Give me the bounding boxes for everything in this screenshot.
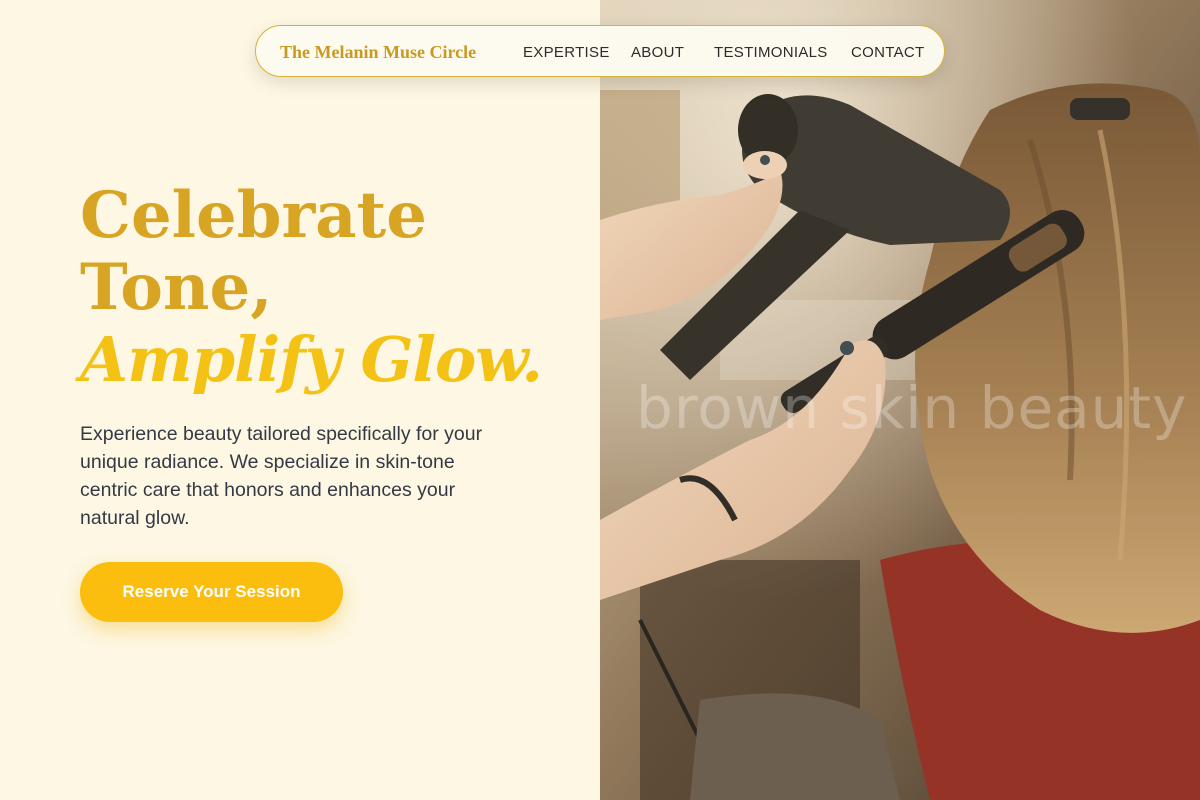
nav-link-testimonials[interactable]: TESTIMONIALS <box>714 44 828 61</box>
nav-link-about[interactable]: ABOUT <box>631 44 684 61</box>
main-navbar: The Melanin Muse Circle EXPERTISE ABOUT … <box>255 25 945 77</box>
nav-link-expertise[interactable]: EXPERTISE <box>523 44 610 61</box>
headline-line-3: Amplify Glow. <box>80 323 543 396</box>
headline-line-1: Celebrate <box>80 178 427 253</box>
hero-headline: Celebrate Tone, Amplify Glow. <box>80 178 543 396</box>
reserve-session-button[interactable]: Reserve Your Session <box>80 562 343 622</box>
brand-logo[interactable]: The Melanin Muse Circle <box>280 42 476 63</box>
hero-left-panel <box>0 0 600 800</box>
photo-watermark: brown skin beauty <box>636 374 1188 442</box>
hero-description: Experience beauty tailored specifically … <box>80 423 483 529</box>
nav-link-contact[interactable]: CONTACT <box>851 44 924 61</box>
headline-line-2: Tone, <box>80 250 273 325</box>
